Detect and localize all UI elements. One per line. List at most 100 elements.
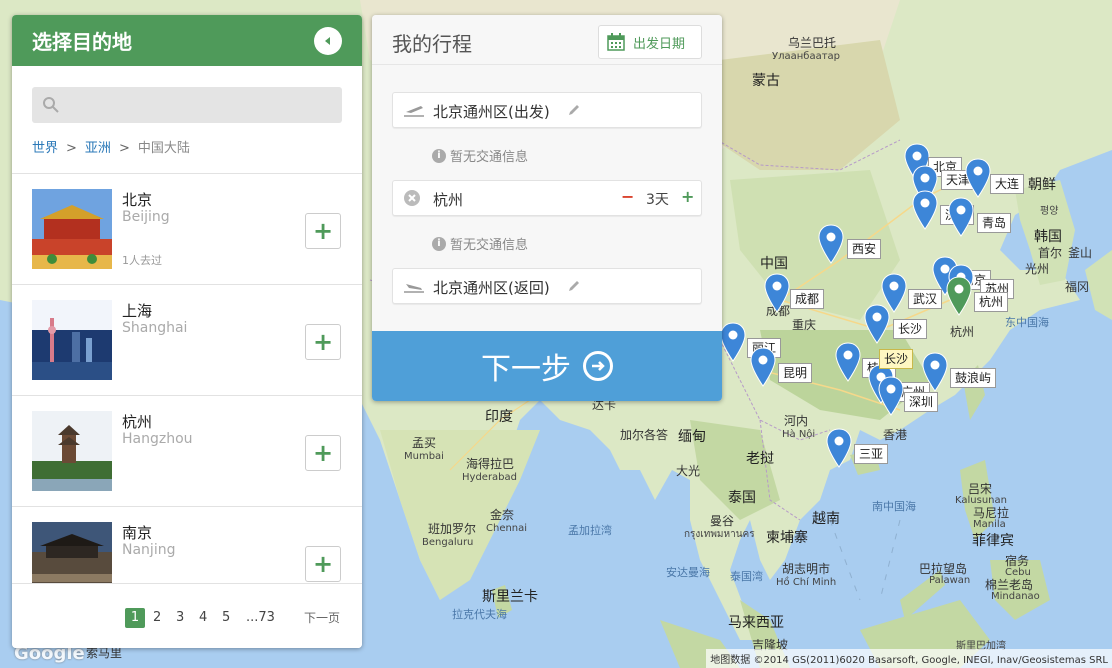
map-label-thai-gulf: 泰国湾 [730,570,763,583]
map-label-andaman: 安达曼海 [666,566,710,579]
map-pin-label[interactable]: 大连 [990,174,1025,194]
next-step-button[interactable]: 下一步 [372,331,722,401]
map-pin-icon[interactable] [750,347,776,387]
map-label-philippines: 菲律宾 [972,533,1014,549]
itinerary-title: 我的行程 [392,32,472,56]
shanghai-thumbnail[interactable] [32,300,112,380]
page-5[interactable]: 5 [222,608,230,628]
destination-search[interactable] [32,87,342,123]
destination-panel-header: 选择目的地 [12,15,362,66]
search-input[interactable] [32,87,342,123]
map-label-ulaanbaatar-local: Улаанбаатар [772,51,841,62]
map-label-busan: 釜山 [1068,246,1093,260]
map-pin-icon[interactable] [878,376,904,416]
map-pin-label[interactable]: 成都 [790,289,825,309]
start-point[interactable]: 北京通州区(出发) [392,92,702,128]
map-label-bay-of-bengal: 孟加拉湾 [568,524,612,537]
pencil-icon[interactable] [567,103,581,117]
plus-icon: + [312,550,334,578]
map-label-south-korea: 韩国 [1034,229,1062,245]
add-destination-button[interactable]: + [305,546,341,582]
destination-english-name: Shanghai [122,320,188,336]
list-item[interactable]: 杭州 Hangzhou + [12,395,362,506]
destination-english-name: Beijing [122,209,170,225]
add-destination-button[interactable]: + [305,435,341,471]
increase-days-button[interactable]: + [681,187,694,206]
transport-info-1: i 暂无交通信息 [432,146,528,165]
map-pin-icon[interactable] [922,352,948,392]
map-attribution[interactable]: 地图数据 ©2014 GS(2011)6020 Basarsoft, Googl… [706,649,1112,668]
map-label-laos: 老挝 [746,451,774,467]
map-label-hangzhou-sub: 杭州 [950,325,975,339]
map-label-dawei: 大光 [676,464,701,478]
map-label-kolkata: 加尔各答 [620,428,669,442]
transport-info-text: 暂无交通信息 [450,150,529,165]
map-pin-label[interactable]: 杭州 [974,292,1009,312]
collapse-panel-button[interactable] [314,27,342,55]
itinerary-stop[interactable]: 杭州 − 3天 + [392,180,702,216]
add-destination-button[interactable]: + [305,213,341,249]
map-pin-label[interactable]: 长沙 [893,319,928,339]
page-2[interactable]: 2 [153,608,161,628]
list-item[interactable]: 上海 Shanghai + [12,284,362,395]
end-point[interactable]: 北京通州区(返回) [392,268,702,304]
map-label-bengaluru: 班加罗尔 [428,522,477,536]
transport-info-2: i 暂无交通信息 [432,234,528,253]
beijing-thumbnail[interactable] [32,189,112,269]
map-pin-label[interactable]: 深圳 [904,392,939,412]
itinerary-header: 我的行程 出发日期 [372,15,722,65]
page-4[interactable]: 4 [199,608,207,628]
hangzhou-thumbnail[interactable] [32,411,112,491]
plane-landing-icon [404,284,424,293]
map-pin-icon[interactable] [948,197,974,237]
map-pin-icon[interactable] [912,190,938,230]
breadcrumb-world[interactable]: 世界 [32,141,58,156]
map-label-somalia: 索马里 [86,646,123,660]
map-pin-label[interactable]: 西安 [847,239,882,259]
page-1[interactable]: 1 [125,608,145,628]
map-label-china: 中国 [760,256,788,272]
list-item[interactable]: 北京 Beijing 1人去过 + [12,173,362,284]
map-pin-label[interactable]: 鼓浪屿 [950,368,997,388]
visitor-count: 1人去过 [122,254,162,267]
next-step-label: 下一步 [481,352,571,387]
map-pin-icon[interactable] [720,322,746,362]
map-label-hcmc: 胡志明市 [782,562,831,576]
end-point-label: 北京通州区(返回) [433,279,550,297]
map-pin-icon[interactable] [864,304,890,344]
map-label-gwangju: 光州 [1025,262,1050,276]
map-label-thailand: 泰国 [728,490,756,506]
map-pin-icon[interactable] [764,273,790,313]
info-icon: i [432,148,446,163]
map-label-hanoi-vn: Hà Nội [782,429,816,440]
departure-date-button[interactable]: 出发日期 [598,25,702,59]
map-label-hcmc-vn: Hồ Chí Minh [776,577,837,588]
map-label-chennai-en: Chennai [486,523,528,534]
breadcrumb-asia[interactable]: 亚洲 [85,141,111,156]
map-pin-label[interactable]: 三亚 [854,444,889,464]
page-last[interactable]: ...73 [246,608,275,628]
plus-icon: + [312,217,334,245]
pencil-icon[interactable] [567,279,581,293]
map-label-bangkok: 曼谷 [710,514,735,528]
map-pin-label[interactable]: 武汉 [908,289,943,309]
map-pin-label[interactable]: 青岛 [977,213,1012,233]
map-pin-icon[interactable] [965,158,991,198]
next-page[interactable]: 下一页 [304,608,340,628]
destination-name: 上海 [122,302,153,320]
map-pin-icon[interactable] [826,428,852,468]
remove-icon[interactable] [403,189,421,207]
map-pin-icon[interactable] [835,342,861,382]
arrow-right-icon [583,351,613,381]
map-label-laccadive: 拉克代夫海 [452,608,507,621]
map-pin-label[interactable]: 昆明 [778,363,813,383]
map-label-vietnam: 越南 [812,511,840,527]
page-3[interactable]: 3 [176,608,184,628]
add-destination-button[interactable]: + [305,324,341,360]
map-label-mumbai: 孟买 [412,436,437,450]
decrease-days-button[interactable]: − [621,187,634,206]
map-pin-icon[interactable] [818,224,844,264]
map-pin-icon[interactable] [946,276,972,316]
departure-date-label: 出发日期 [633,36,686,52]
breadcrumb: 世界 > 亚洲 > 中国大陆 [32,137,190,156]
